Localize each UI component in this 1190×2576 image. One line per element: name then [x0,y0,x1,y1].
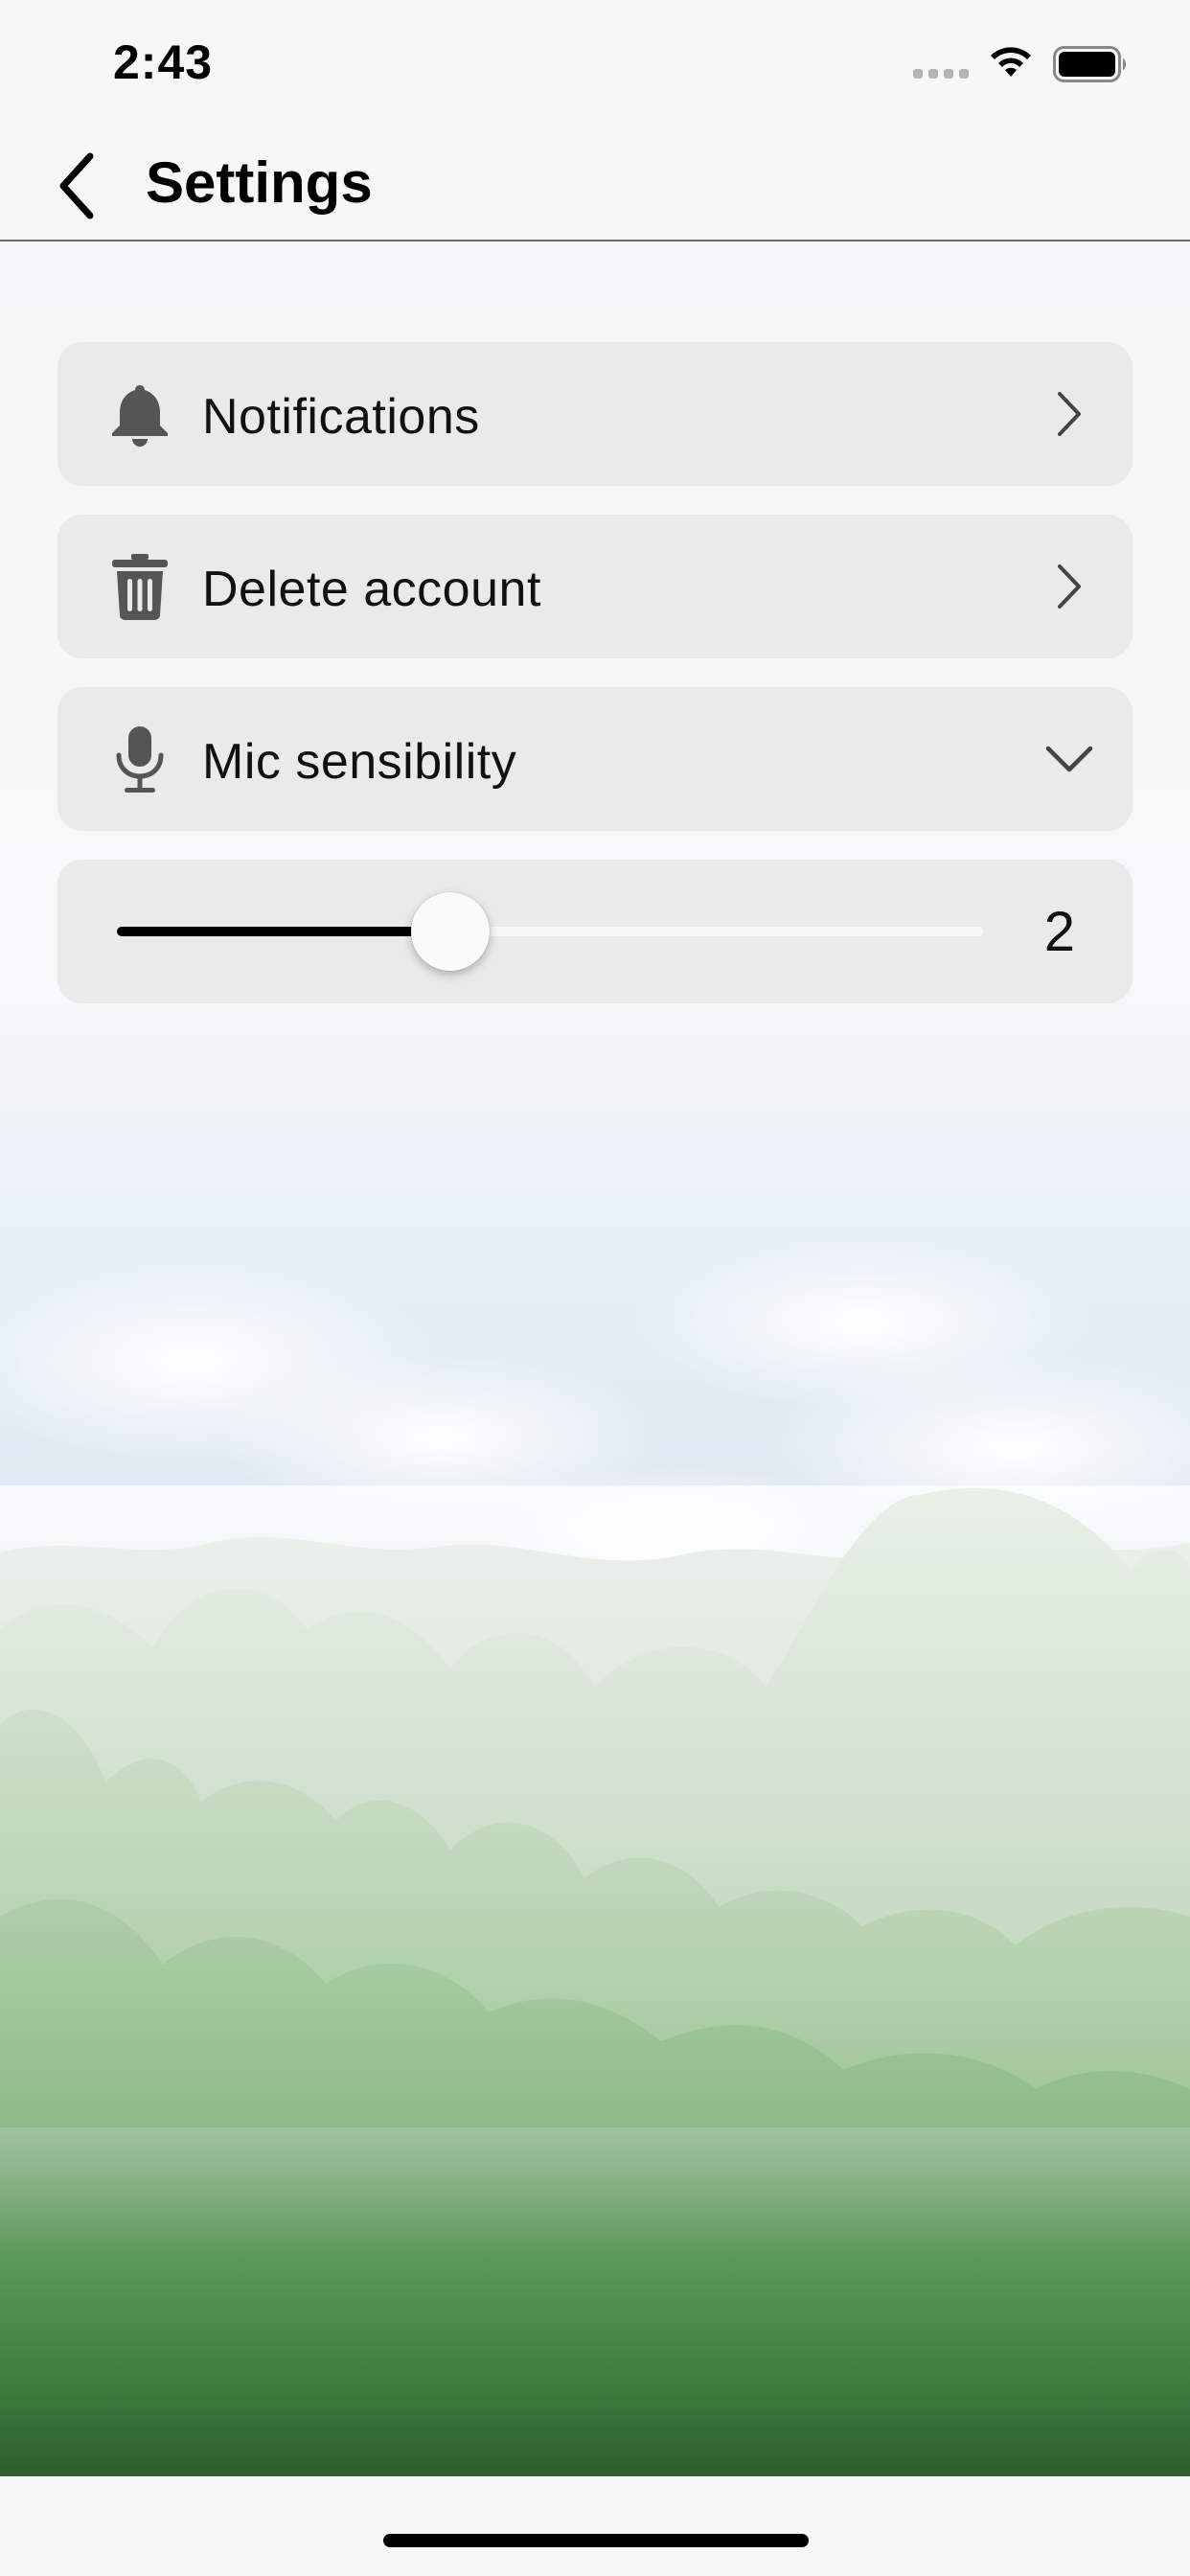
delete-account-row[interactable]: Delete account [57,515,1133,658]
battery-icon [1053,46,1126,82]
back-button[interactable] [38,148,115,224]
mic-sensibility-row[interactable]: Mic sensibility [57,687,1133,831]
chevron-right-icon [1041,385,1098,443]
slider-value: 2 [1043,901,1075,963]
microphone-icon [105,724,174,794]
slider-fill [117,927,451,936]
page-title: Settings [146,150,373,215]
signal-icon [913,69,969,79]
trash-icon [105,552,174,621]
wifi-icon [991,47,1031,77]
settings-screen: 2:43 Settings Notifications Delete accou… [0,0,1190,2576]
bell-icon [105,380,174,448]
mic-sensibility-label: Mic sensibility [202,734,517,790]
chevron-down-icon [1041,730,1098,788]
notifications-label: Notifications [202,389,480,445]
status-time: 2:43 [113,35,214,89]
slider-thumb[interactable] [411,892,491,971]
status-bar: 2:43 [0,0,1190,130]
mic-sensibility-slider-row: 2 [57,860,1133,1003]
delete-account-label: Delete account [202,562,541,617]
mic-sensibility-slider[interactable] [117,892,983,971]
navigation-bar: Settings [0,130,1190,242]
notifications-row[interactable]: Notifications [57,342,1133,486]
chevron-left-icon [59,152,94,219]
chevron-right-icon [1041,558,1098,615]
home-indicator[interactable] [383,2534,809,2547]
